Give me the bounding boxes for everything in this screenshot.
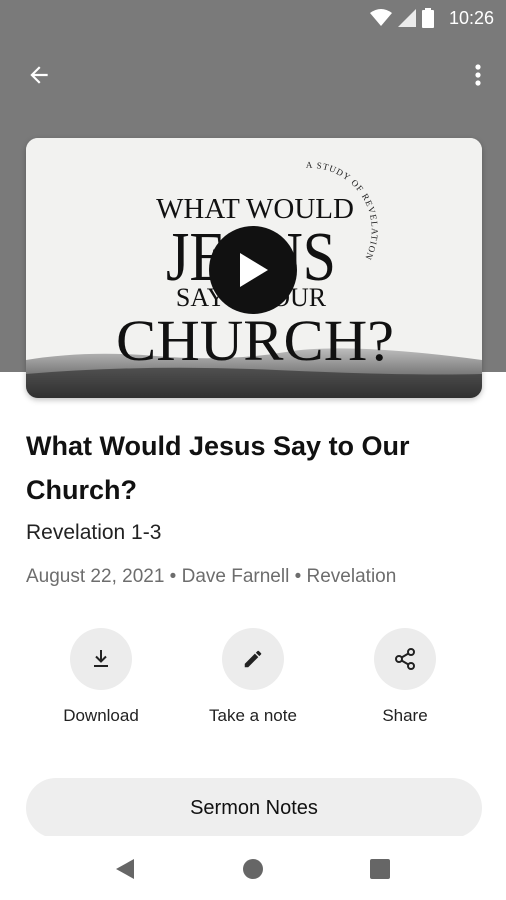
square-recents-icon	[370, 859, 390, 879]
status-time: 10:26	[448, 8, 494, 28]
circle-home-icon	[243, 859, 263, 879]
share-circle	[374, 628, 436, 690]
nav-back-button[interactable]	[110, 854, 140, 884]
arrow-left-icon	[30, 66, 48, 84]
system-navigation-bar	[0, 836, 506, 900]
back-button[interactable]	[22, 58, 56, 92]
sermon-notes-button[interactable]: Sermon Notes	[26, 778, 482, 838]
share-button[interactable]: Share	[325, 628, 485, 726]
wifi-icon	[370, 9, 392, 26]
more-vert-icon	[475, 64, 481, 86]
download-icon	[94, 650, 108, 667]
signal-icon	[398, 9, 416, 27]
take-note-label: Take a note	[209, 706, 297, 725]
sermon-scripture: Revelation 1-3	[26, 521, 162, 544]
share-label: Share	[382, 706, 428, 725]
take-note-circle	[222, 628, 284, 690]
download-circle	[70, 628, 132, 690]
artwork-line4: CHURCH?	[116, 308, 394, 373]
download-label: Download	[63, 706, 139, 725]
action-row: Download Take a note Share	[0, 628, 506, 738]
sermon-meta: August 22, 2021 • Dave Farnell • Revelat…	[26, 566, 397, 587]
app-bar	[0, 48, 506, 100]
download-button[interactable]: Download	[21, 628, 181, 726]
nav-recents-button[interactable]	[365, 854, 395, 884]
triangle-back-icon	[116, 859, 134, 879]
status-bar: 10:26	[0, 0, 506, 36]
sermon-title: What Would Jesus Say to Our Church?	[26, 431, 410, 505]
sermon-video-thumbnail[interactable]: A STUDY OF REVELATION 1-3 WHAT WOULD JES…	[26, 138, 482, 398]
battery-icon	[422, 8, 434, 28]
pencil-icon	[244, 650, 262, 668]
take-note-button[interactable]: Take a note	[173, 628, 333, 726]
play-icon	[240, 253, 268, 287]
share-icon	[395, 648, 415, 670]
more-options-button[interactable]	[466, 58, 490, 92]
play-button[interactable]	[209, 226, 297, 314]
status-icons	[370, 8, 434, 28]
nav-home-button[interactable]	[238, 854, 268, 884]
